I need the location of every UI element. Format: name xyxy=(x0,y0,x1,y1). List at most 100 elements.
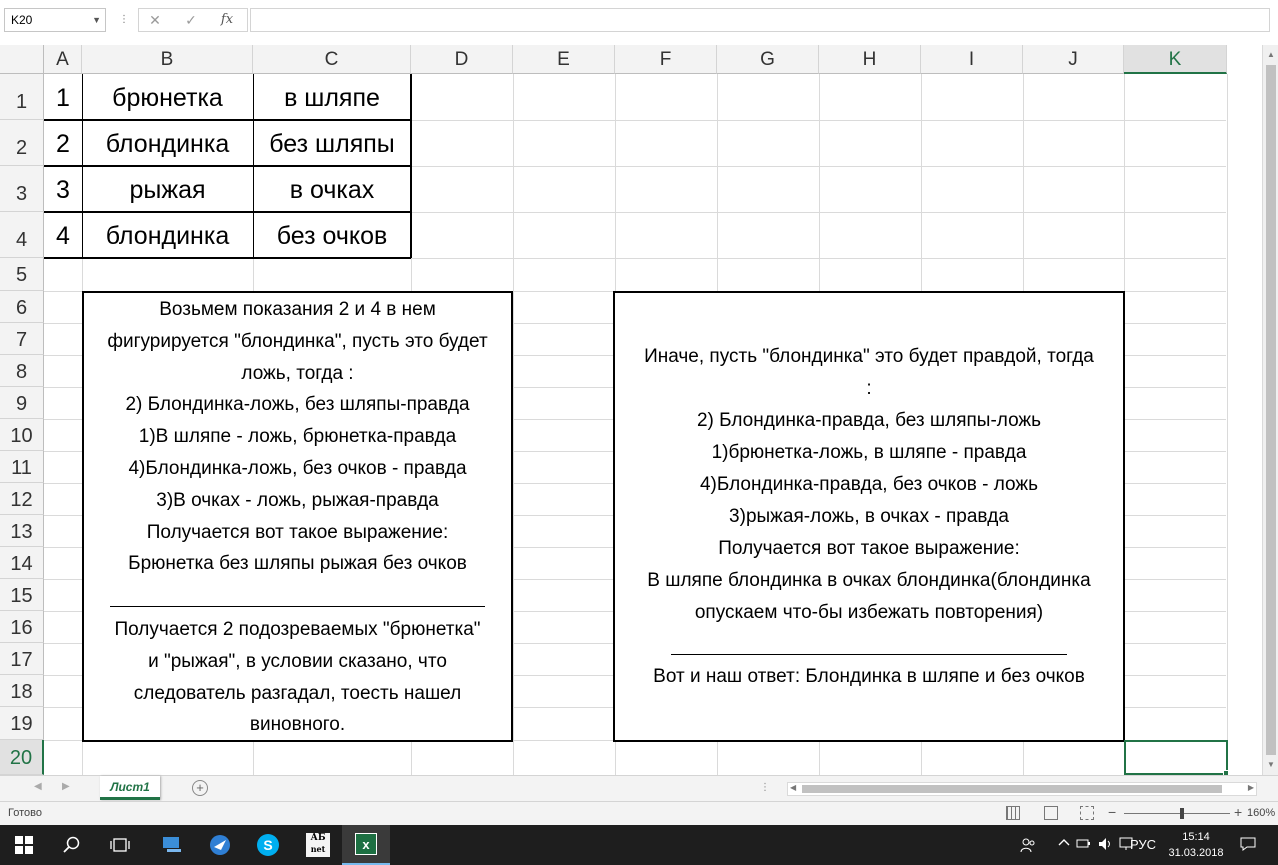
column-header-e[interactable]: E xyxy=(513,45,615,74)
column-header-g[interactable]: G xyxy=(717,45,819,74)
language-indicator[interactable]: РУС xyxy=(1130,837,1156,852)
app-bird-icon[interactable] xyxy=(196,825,244,865)
horizontal-scrollbar[interactable]: ◀ ▶ xyxy=(787,782,1257,796)
tab-next-icon[interactable]: ▶ xyxy=(62,781,70,792)
cell-b1[interactable]: брюнетка xyxy=(82,74,253,120)
row-header-12[interactable]: 12 xyxy=(0,483,44,515)
column-header-c[interactable]: C xyxy=(253,45,411,74)
column-header-k[interactable]: K xyxy=(1124,45,1227,74)
zoom-level[interactable]: 160% xyxy=(1247,807,1275,819)
windows-start-icon[interactable] xyxy=(0,825,48,865)
row-header-20[interactable]: 20 xyxy=(0,740,44,775)
insert-function-icon[interactable]: fx xyxy=(215,9,239,31)
row-header-11[interactable]: 11 xyxy=(0,451,44,483)
cell-a1[interactable]: 1 xyxy=(44,74,82,120)
cell-c3[interactable]: в очках xyxy=(253,166,411,212)
table-border xyxy=(253,74,254,258)
scroll-right-icon[interactable]: ▶ xyxy=(1248,783,1254,792)
row-header-9[interactable]: 9 xyxy=(0,387,44,419)
cancel-icon[interactable]: ✕ xyxy=(143,9,167,31)
zoom-out-button[interactable]: − xyxy=(1108,804,1116,820)
column-header-a[interactable]: A xyxy=(44,45,82,74)
row-header-10[interactable]: 10 xyxy=(0,419,44,451)
search-icon[interactable] xyxy=(48,825,96,865)
cell-c1[interactable]: в шляпе xyxy=(253,74,411,120)
scroll-down-icon[interactable]: ▼ xyxy=(1263,757,1278,773)
sheet-tab-1[interactable]: Лист1 xyxy=(100,776,160,800)
worksheet-grid[interactable]: ABCDEFGHIJK 1 2 3 4 5 6 7 8 9 10 11 12 13 14 15 16 17 18 1… xyxy=(0,45,1262,776)
select-all-corner[interactable] xyxy=(0,45,44,74)
tab-prev-icon[interactable]: ◀ xyxy=(34,781,42,792)
cell-a4[interactable]: 4 xyxy=(44,212,82,258)
row-header-4[interactable]: 4 xyxy=(0,212,44,258)
chevron-up-icon[interactable] xyxy=(1058,837,1070,852)
name-box[interactable]: K20 ▼ xyxy=(4,8,106,32)
table-border xyxy=(44,257,411,259)
row-header-7[interactable]: 7 xyxy=(0,323,44,355)
zoom-slider-track[interactable] xyxy=(1124,813,1230,814)
row-header-1[interactable]: 1 xyxy=(0,74,44,120)
vertical-scroll-thumb[interactable] xyxy=(1266,65,1276,755)
vertical-scrollbar[interactable]: ▲ ▼ xyxy=(1262,45,1278,775)
column-header-i[interactable]: I xyxy=(921,45,1023,74)
column-header-f[interactable]: F xyxy=(615,45,717,74)
cell-b2[interactable]: блондинка xyxy=(82,120,253,166)
text-line: Вот и наш ответ: Блондинка в шляпе и без… xyxy=(653,666,1085,687)
row-header-6[interactable]: 6 xyxy=(0,291,44,323)
people-icon[interactable] xyxy=(1020,837,1036,856)
column-header-h[interactable]: H xyxy=(819,45,921,74)
page-layout-view-icon[interactable] xyxy=(1044,806,1058,820)
excel-taskbar-icon[interactable]: x xyxy=(342,825,390,865)
column-header-d[interactable]: D xyxy=(411,45,513,74)
volume-icon[interactable] xyxy=(1098,837,1114,854)
row-header-17[interactable]: 17 xyxy=(0,643,44,675)
task-view-icon[interactable] xyxy=(96,825,144,865)
this-pc-icon[interactable] xyxy=(148,825,196,865)
clock[interactable]: 15:14 31.03.2018 xyxy=(1168,829,1224,861)
column-header-b[interactable]: B xyxy=(82,45,253,74)
row-header-5[interactable]: 5 xyxy=(0,258,44,291)
notifications-icon[interactable] xyxy=(1240,837,1256,854)
row-header-2[interactable]: 2 xyxy=(0,120,44,166)
column-header-j[interactable]: J xyxy=(1023,45,1124,74)
text-line: следователь разгадал, тоесть нашел xyxy=(133,682,462,704)
cell-c2[interactable]: без шляпы xyxy=(253,120,411,166)
row-header-15[interactable]: 15 xyxy=(0,579,44,611)
formula-input[interactable] xyxy=(250,8,1270,32)
more-options-icon[interactable]: ⋮ xyxy=(112,9,136,31)
add-sheet-icon[interactable]: + xyxy=(192,780,208,796)
page-break-view-icon[interactable] xyxy=(1080,806,1094,820)
normal-view-icon[interactable] xyxy=(1006,806,1020,820)
row-header-8[interactable]: 8 xyxy=(0,355,44,387)
text-line: и "рыжая", в условии сказано, что xyxy=(148,650,447,672)
zoom-slider-thumb[interactable] xyxy=(1180,808,1184,819)
scroll-left-icon[interactable]: ◀ xyxy=(790,783,796,792)
row-header-14[interactable]: 14 xyxy=(0,547,44,579)
skype-icon[interactable]: S xyxy=(244,825,292,865)
cell-c4[interactable]: без очков xyxy=(253,212,411,258)
enter-icon[interactable]: ✓ xyxy=(179,9,203,31)
power-icon[interactable] xyxy=(1076,837,1092,852)
abc-app-icon[interactable]: АБ net xyxy=(294,825,342,865)
text-box-right[interactable]: Иначе, пусть "блондинка" это будет правд… xyxy=(613,291,1125,742)
table-border xyxy=(44,165,411,167)
horizontal-scroll-thumb[interactable] xyxy=(802,785,1222,793)
gridline-vertical xyxy=(513,74,514,775)
windows-taskbar: S АБ net x РУС 15:14 31.03.2018 xyxy=(0,825,1278,865)
cell-b3[interactable]: рыжая xyxy=(82,166,253,212)
row-header-19[interactable]: 19 xyxy=(0,707,44,740)
scroll-up-icon[interactable]: ▲ xyxy=(1263,47,1278,63)
zoom-in-button[interactable]: + xyxy=(1234,804,1242,820)
row-header-18[interactable]: 18 xyxy=(0,675,44,707)
row-header-16[interactable]: 16 xyxy=(0,611,44,643)
cell-b4[interactable]: блондинка xyxy=(82,212,253,258)
tab-split-handle-icon[interactable]: ⋮ xyxy=(760,782,770,793)
row-header-13[interactable]: 13 xyxy=(0,515,44,547)
text-box-left[interactable]: Возьмем показания 2 и 4 в нем фигурируетс… xyxy=(82,291,513,742)
chevron-down-icon[interactable]: ▼ xyxy=(92,9,101,31)
cell-a3[interactable]: 3 xyxy=(44,166,82,212)
cell-a2[interactable]: 2 xyxy=(44,120,82,166)
row-header-3[interactable]: 3 xyxy=(0,166,44,212)
text-line: Брюнетка без шляпы рыжая без очков xyxy=(128,553,467,575)
selected-cell[interactable] xyxy=(1124,740,1228,775)
